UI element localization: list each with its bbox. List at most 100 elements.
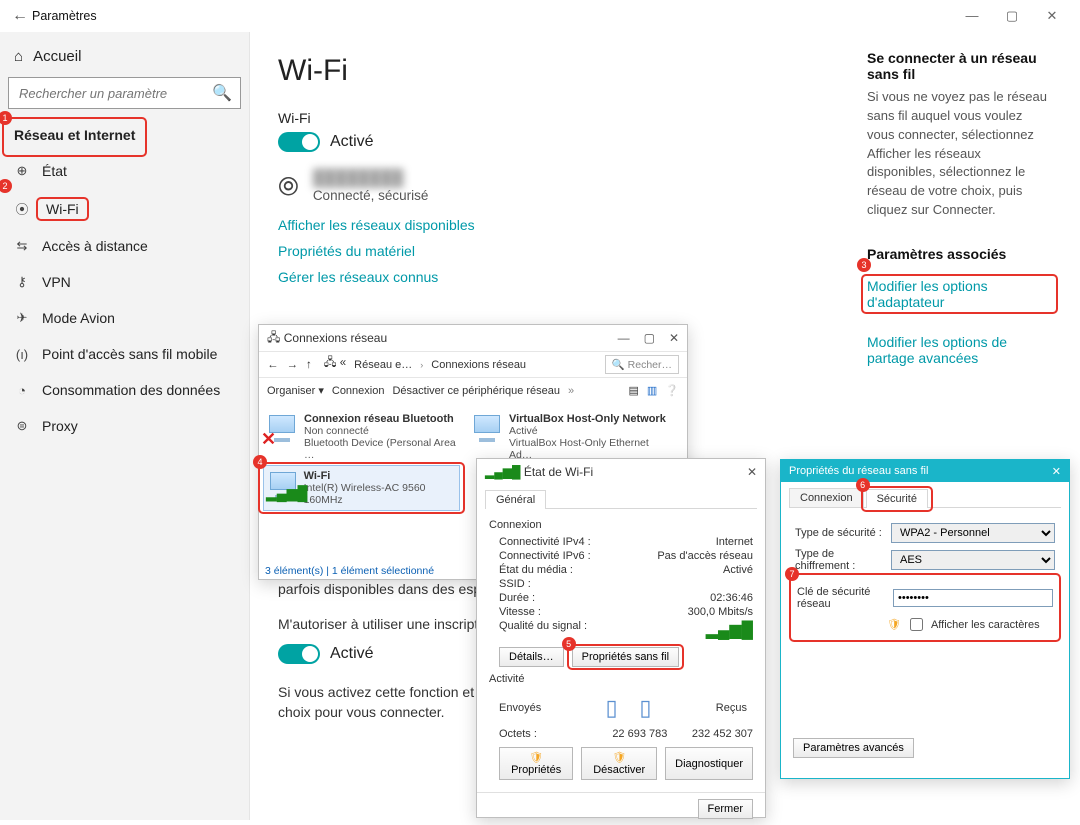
titlebar: ← Paramètres — ▢ ✕ — [0, 0, 1080, 32]
sidebar-item-remote[interactable]: ⇆ Accès à distance — [8, 228, 241, 264]
disable-button[interactable]: 🛡Désactiver — [581, 747, 657, 780]
advanced-settings-button[interactable]: Paramètres avancés — [793, 738, 914, 758]
callout-7: 7 — [785, 567, 799, 581]
nav-fwd-icon[interactable]: → — [287, 359, 299, 371]
sidebar-item-airplane[interactable]: ✈Mode Avion — [8, 300, 241, 336]
sidebar-item-label: Proxy — [42, 418, 78, 434]
nc-close[interactable]: ✕ — [669, 331, 679, 345]
recv-label: Reçus — [716, 702, 747, 714]
adapter-wifi[interactable]: ▂▄▆█ Wi-FiIntel(R) Wireless-AC 9560 160M… — [263, 465, 460, 511]
search-icon: 🔍 — [212, 83, 232, 103]
view-icon[interactable]: ▤ — [628, 384, 638, 397]
wireless-properties-button[interactable]: Propriétés sans fil — [572, 647, 679, 667]
network-key-input[interactable] — [893, 589, 1053, 607]
wireless-properties-window: Propriétés du réseau sans fil ✕ Connexio… — [780, 459, 1070, 779]
security-type-label: Type de sécurité : — [795, 527, 883, 539]
shield-icon: 🛡 — [887, 618, 901, 631]
window-title: Paramètres — [32, 9, 97, 23]
status-icon: ⊕ — [14, 163, 30, 179]
dial-icon: ⇆ — [14, 238, 30, 254]
close-button-ws[interactable]: Fermer — [698, 799, 753, 819]
maximize-button[interactable]: ▢ — [992, 2, 1032, 30]
sent-label: Envoyés — [499, 702, 541, 714]
signal-quality-label: Qualité du signal : — [499, 620, 587, 640]
hardware-props-link[interactable]: Propriétés du matériel — [278, 243, 858, 259]
connect-menu[interactable]: Connexion — [332, 385, 385, 397]
minimize-button[interactable]: — — [952, 2, 992, 30]
show-chars-checkbox[interactable] — [910, 618, 923, 631]
hotspot-toggle[interactable] — [278, 644, 320, 664]
properties-button[interactable]: 🛡Propriétés — [499, 747, 573, 780]
adapter-bluetooth[interactable]: ✕ Connexion réseau BluetoothNon connecté… — [263, 409, 468, 465]
adapter-icon: ▂▄▆█ — [268, 470, 298, 502]
manage-networks-link[interactable]: Gérer les réseaux connus — [278, 269, 858, 285]
wp-tab-securite[interactable]: Sécurité — [866, 489, 928, 508]
sidebar-item-wifi[interactable]: ⦿ Wi-Fi 2 — [8, 189, 241, 228]
sidebar-item-vpn[interactable]: ⚷VPN — [8, 264, 241, 300]
ws-conn-heading: Connexion — [489, 519, 753, 531]
wifi-signal-icon: ⦾ — [278, 171, 299, 203]
breadcrumb-2[interactable]: Connexions réseau — [431, 359, 526, 371]
security-type-select[interactable]: WPA2 - Personnel — [891, 523, 1055, 543]
encryption-type-select[interactable]: AES — [891, 550, 1055, 570]
nav-back-icon[interactable]: ← — [267, 359, 279, 371]
help-icon[interactable]: ❔ — [665, 384, 679, 397]
back-button[interactable]: ← — [8, 7, 32, 25]
ws-close[interactable]: ✕ — [747, 465, 757, 479]
callout-5: 5 — [562, 637, 576, 651]
proxy-icon: ⊜ — [14, 418, 30, 434]
wp-close[interactable]: ✕ — [1052, 465, 1061, 478]
page-title: Wi-Fi — [278, 54, 858, 88]
wp-title: Propriétés du réseau sans fil — [789, 465, 928, 477]
organize-menu[interactable]: Organiser ▾ — [267, 384, 324, 397]
sidebar-item-label: Wi-Fi — [46, 201, 79, 217]
sidebar-item-label: Accès à distance — [42, 238, 148, 254]
sidebar-item-etat[interactable]: ⊕État — [8, 153, 241, 189]
hotspot-toggle-state: Activé — [330, 645, 374, 663]
show-networks-link[interactable]: Afficher les réseaux disponibles — [278, 217, 858, 233]
callout-3: 3 — [857, 258, 871, 272]
adapter-virtualbox[interactable]: VirtualBox Host-Only NetworkActivéVirtua… — [468, 409, 673, 465]
ws-tab-general[interactable]: Général — [485, 490, 546, 509]
breadcrumb-1[interactable]: Réseau e… — [354, 359, 412, 371]
side-help-text: Si vous ne voyez pas le réseau sans fil … — [867, 88, 1052, 220]
nav-heading: Réseau et Internet — [8, 121, 141, 153]
nc-min[interactable]: — — [618, 331, 630, 345]
home-link[interactable]: ⌂ Accueil — [8, 40, 241, 73]
wifi-section-label: Wi-Fi — [278, 110, 858, 126]
nav-up-icon[interactable]: ↑ — [306, 359, 312, 371]
search-box[interactable]: 🔍 — [8, 77, 241, 109]
close-button[interactable]: ✕ — [1032, 2, 1072, 30]
encryption-type-label: Type de chiffrement : — [795, 548, 883, 572]
sidebar-item-hotspot[interactable]: (ı)Point d'accès sans fil mobile — [8, 336, 241, 372]
wifi-status-window: ▂▄▆█ État de Wi-Fi ✕ Général Connexion C… — [476, 458, 766, 818]
nc-max[interactable]: ▢ — [644, 331, 655, 345]
search-input[interactable] — [17, 85, 212, 102]
ws-activity-heading: Activité — [489, 673, 753, 685]
nc-search[interactable]: 🔍 Recher… — [605, 355, 679, 374]
callout-6: 6 — [856, 478, 870, 492]
home-icon: ⌂ — [14, 48, 23, 65]
adapter-options-link[interactable]: Modifier les options d'adaptateur — [867, 278, 1052, 310]
nc-statusbar: 3 élément(s) | 1 élément sélectionné — [265, 565, 434, 577]
nc-title: Connexions réseau — [284, 331, 387, 345]
diagnose-button[interactable]: Diagnostiquer — [665, 747, 753, 780]
pane-icon[interactable]: ▥ — [647, 384, 657, 397]
wifi-bars-icon: ▂▄▆█ — [485, 465, 520, 479]
wifi-icon: ⦿ — [14, 199, 30, 218]
sidebar-item-proxy[interactable]: ⊜ Proxy — [8, 408, 241, 444]
wp-tab-connexion[interactable]: Connexion — [789, 488, 864, 507]
disable-device-menu[interactable]: Désactiver ce périphérique réseau — [392, 385, 560, 397]
sidebar-item-data[interactable]: ◔Consommation des données — [8, 372, 241, 408]
wifi-toggle-state: Activé — [330, 133, 374, 151]
hotspot-icon: (ı) — [14, 347, 30, 362]
sharing-options-link[interactable]: Modifier les options de partage avancées — [867, 334, 1052, 366]
adapter-icon — [472, 413, 503, 445]
network-key-label: Clé de sécurité réseau — [797, 586, 885, 610]
details-button[interactable]: Détails… — [499, 647, 564, 667]
ws-title: État de Wi-Fi — [524, 465, 593, 479]
wifi-toggle[interactable] — [278, 132, 320, 152]
related-settings-heading: Paramètres associés — [867, 246, 1052, 262]
callout-2: 2 — [0, 179, 12, 193]
side-heading-connect: Se connecter à un réseau sans fil — [867, 50, 1052, 82]
